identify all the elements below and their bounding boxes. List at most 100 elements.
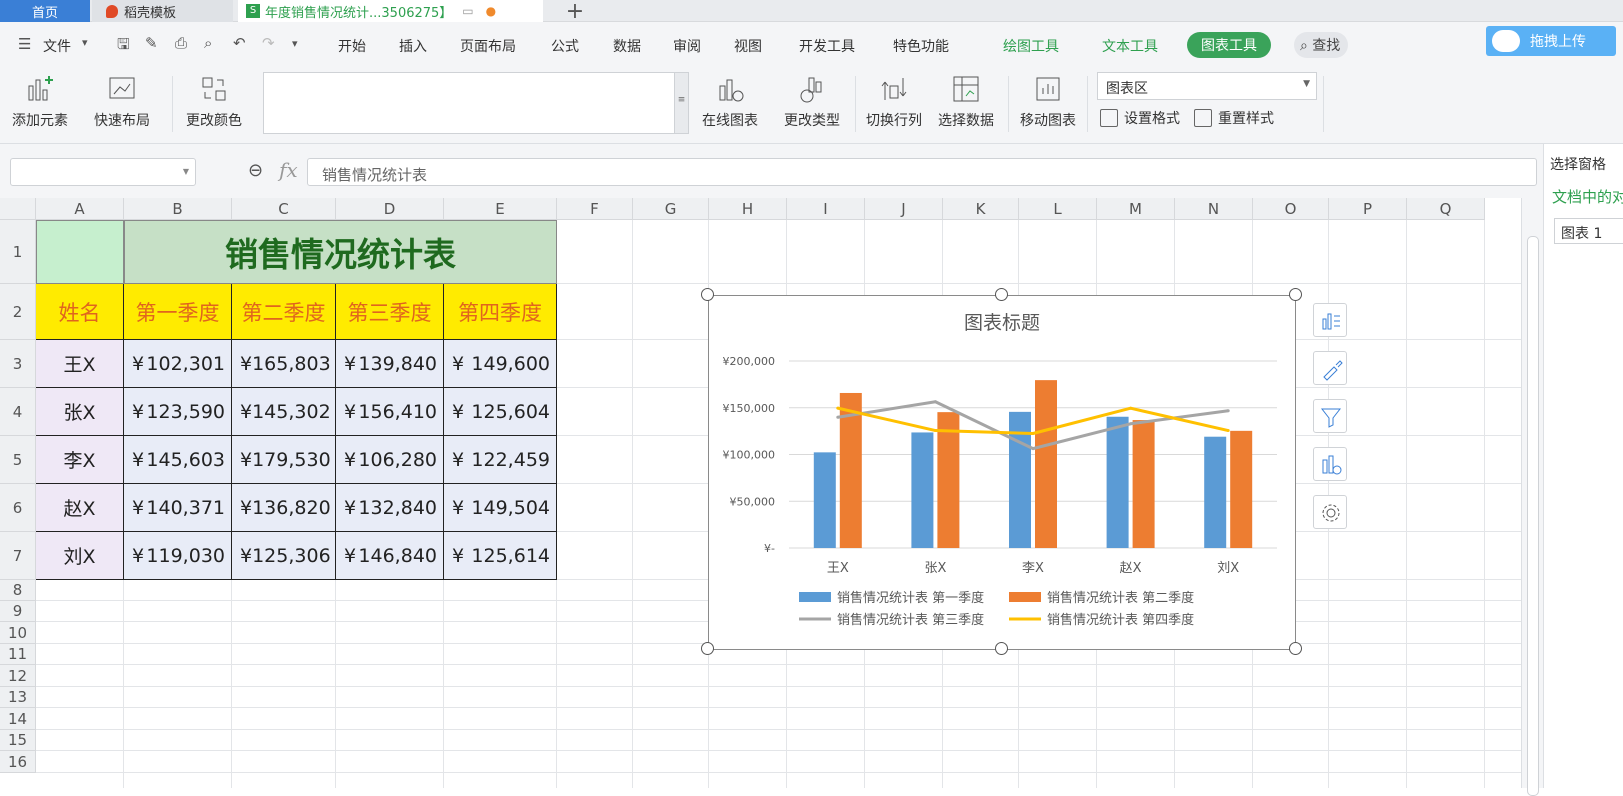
monitor-icon[interactable]: ▭ xyxy=(462,4,473,18)
value-cell[interactable]: ¥139,840 xyxy=(336,340,444,388)
column-header[interactable]: M xyxy=(1097,198,1175,220)
column-header[interactable]: P xyxy=(1329,198,1407,220)
hamburger-menu-icon[interactable]: ☰ xyxy=(18,35,31,53)
name-cell[interactable]: 张X xyxy=(36,388,124,436)
zoom-icon[interactable]: ⊖ xyxy=(248,160,263,181)
value-cell[interactable]: ¥123,590 xyxy=(124,388,232,436)
selection-pane-item[interactable]: 图表 1 xyxy=(1554,218,1623,244)
value-cell[interactable]: ¥136,820 xyxy=(232,484,336,532)
value-cell[interactable]: ¥102,301 xyxy=(124,340,232,388)
set-format-button[interactable]: 设置格式 xyxy=(1100,108,1180,128)
chart-style-brush-icon[interactable] xyxy=(1313,351,1347,385)
selection-pane-title[interactable]: 选择窗格 xyxy=(1550,154,1606,174)
file-chevron-down-icon[interactable]: ▾ xyxy=(82,36,88,49)
resize-handle[interactable] xyxy=(701,642,714,655)
column-header[interactable]: I xyxy=(787,198,865,220)
name-box[interactable]: ▼ xyxy=(10,158,196,186)
table-title[interactable]: 销售情况统计表 xyxy=(124,220,557,284)
row-header[interactable]: 9 xyxy=(0,601,36,622)
value-cell[interactable]: ¥145,603 xyxy=(124,436,232,484)
select-data-button[interactable]: 选择数据 xyxy=(938,70,994,130)
undo-icon[interactable]: ↶ xyxy=(233,34,246,52)
row-header[interactable]: 15 xyxy=(0,730,36,751)
menu-start[interactable]: 开始 xyxy=(338,36,366,56)
gallery-scroll-icon[interactable]: ≡ xyxy=(674,73,688,133)
chart-elements-float-button[interactable] xyxy=(1313,303,1347,337)
chart-object[interactable]: 图表标题 ¥- ¥50,000 ¥100,000 ¥150,000 ¥200,000 王X 张… xyxy=(708,295,1296,650)
value-cell[interactable]: ¥140,371 xyxy=(124,484,232,532)
row-header[interactable]: 6 xyxy=(0,484,36,532)
change-type-button[interactable]: 更改类型 xyxy=(784,70,840,130)
row-header[interactable]: 3 xyxy=(0,340,36,388)
fx-icon[interactable]: fx xyxy=(279,158,298,182)
value-cell[interactable]: ¥125,306 xyxy=(232,532,336,580)
value-cell[interactable]: ¥149,504 xyxy=(444,484,557,532)
value-cell[interactable]: ¥146,840 xyxy=(336,532,444,580)
row-header[interactable]: 5 xyxy=(0,436,36,484)
value-cell[interactable]: ¥156,410 xyxy=(336,388,444,436)
quick-access-more-icon[interactable]: ▾ xyxy=(292,37,298,50)
column-header[interactable]: D xyxy=(336,198,444,220)
switch-rowcol-button[interactable]: 切换行列 xyxy=(866,70,922,130)
add-element-button[interactable]: 添加元素 xyxy=(12,70,68,130)
column-header[interactable]: J xyxy=(865,198,943,220)
print-preview-icon[interactable]: ⌕ xyxy=(204,34,212,52)
column-header[interactable]: H xyxy=(709,198,787,220)
online-chart-float-icon[interactable] xyxy=(1313,447,1347,481)
value-cell[interactable]: ¥125,614 xyxy=(444,532,557,580)
value-cell[interactable]: ¥125,604 xyxy=(444,388,557,436)
scrollbar-thumb[interactable] xyxy=(1527,236,1539,796)
name-cell[interactable]: 刘X xyxy=(36,532,124,580)
save-icon[interactable]: 🖫 xyxy=(117,34,130,59)
menu-data[interactable]: 数据 xyxy=(613,36,641,56)
value-cell[interactable]: ¥119,030 xyxy=(124,532,232,580)
row-header[interactable]: 10 xyxy=(0,622,36,644)
row-header[interactable]: 14 xyxy=(0,708,36,730)
tab-document[interactable]: S 年度销售情况统计...3506275】 ▭ ● xyxy=(238,0,543,22)
column-header[interactable]: N xyxy=(1175,198,1253,220)
move-chart-button[interactable]: 移动图表 xyxy=(1020,70,1076,130)
value-cell[interactable]: ¥165,803 xyxy=(232,340,336,388)
file-menu[interactable]: 文件 xyxy=(43,36,71,56)
column-header[interactable]: C xyxy=(232,198,336,220)
redo-icon[interactable]: ↷ xyxy=(262,34,275,52)
chart-filter-icon[interactable] xyxy=(1313,399,1347,433)
column-header[interactable]: G xyxy=(633,198,709,220)
column-header[interactable]: E xyxy=(444,198,557,220)
table-header-cell[interactable]: 第二季度 xyxy=(232,284,336,340)
vertical-scrollbar[interactable] xyxy=(1521,198,1543,796)
menu-drawing-tools[interactable]: 绘图工具 xyxy=(1003,36,1059,56)
format-painter-icon[interactable]: ✎ xyxy=(145,34,158,52)
menu-special[interactable]: 特色功能 xyxy=(893,36,949,56)
cell-a1[interactable] xyxy=(36,220,124,284)
value-cell[interactable]: ¥149,600 xyxy=(444,340,557,388)
menu-page-layout[interactable]: 页面布局 xyxy=(460,36,516,56)
row-header[interactable]: 2 xyxy=(0,284,36,340)
chart-settings-gear-icon[interactable] xyxy=(1313,495,1347,529)
value-cell[interactable]: ¥132,840 xyxy=(336,484,444,532)
quick-layout-button[interactable]: 快速布局 xyxy=(94,70,150,130)
table-header-cell[interactable]: 第一季度 xyxy=(124,284,232,340)
select-all-corner[interactable] xyxy=(0,198,36,220)
chart-style-gallery[interactable]: ≡ xyxy=(263,72,689,134)
menu-formula[interactable]: 公式 xyxy=(551,36,579,56)
tab-template[interactable]: 稻壳模板 xyxy=(92,0,233,22)
column-header[interactable]: A xyxy=(36,198,124,220)
row-header[interactable]: 16 xyxy=(0,751,36,773)
value-cell[interactable]: ¥122,459 xyxy=(444,436,557,484)
table-header-cell[interactable]: 第四季度 xyxy=(444,284,557,340)
search-button[interactable]: ⌕ 查找 xyxy=(1294,32,1349,58)
resize-handle[interactable] xyxy=(995,642,1008,655)
resize-handle[interactable] xyxy=(995,288,1008,301)
menu-text-tools[interactable]: 文本工具 xyxy=(1102,36,1158,56)
resize-handle[interactable] xyxy=(701,288,714,301)
value-cell[interactable]: ¥106,280 xyxy=(336,436,444,484)
new-tab-button[interactable]: + xyxy=(555,0,595,24)
menu-insert[interactable]: 插入 xyxy=(399,36,427,56)
menu-review[interactable]: 审阅 xyxy=(673,36,701,56)
tab-home[interactable]: 首页 xyxy=(0,0,90,22)
print-icon[interactable]: ⎙ xyxy=(175,34,187,52)
row-header[interactable]: 4 xyxy=(0,388,36,436)
resize-handle[interactable] xyxy=(1289,642,1302,655)
table-header-cell[interactable]: 第三季度 xyxy=(336,284,444,340)
